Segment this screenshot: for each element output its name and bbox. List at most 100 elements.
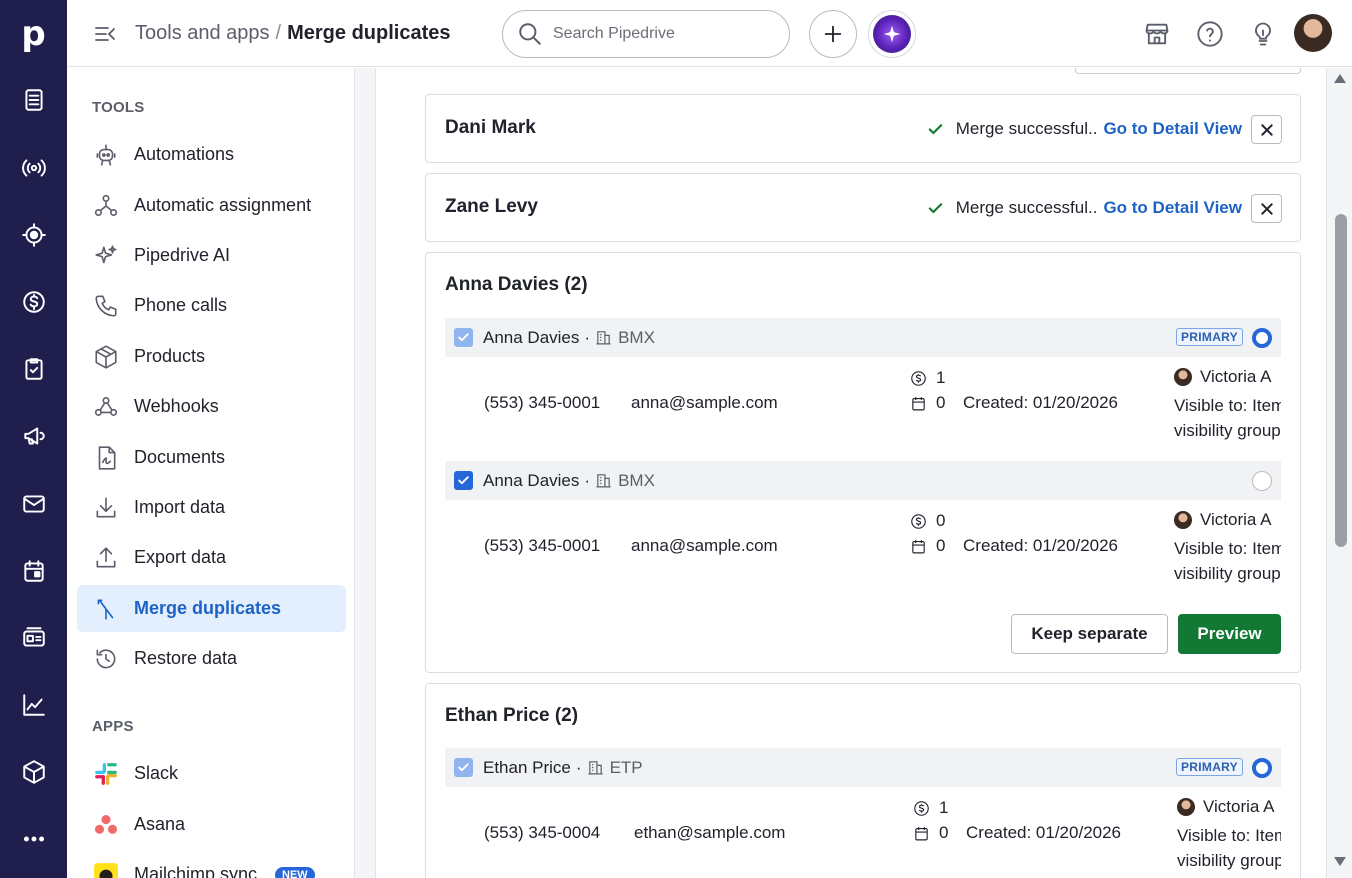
primary-badge: PRIMARY xyxy=(1176,758,1243,776)
go-to-detail-view-link[interactable]: Go to Detail View xyxy=(1103,198,1242,218)
scrollbar-thumb[interactable] xyxy=(1335,214,1347,547)
ai-assistant-button[interactable] xyxy=(868,10,916,58)
sidebar-item-restore-data[interactable]: Restore data xyxy=(77,635,346,682)
sidebar-item-mailchimp-sync[interactable]: Mailchimp sync NEW xyxy=(77,851,346,878)
mail-icon[interactable] xyxy=(0,484,67,524)
products-box-icon[interactable] xyxy=(0,752,67,792)
record-owner: Victoria A xyxy=(1174,367,1272,387)
scroll-up-arrow-icon[interactable] xyxy=(1333,72,1347,84)
plus-icon xyxy=(824,25,842,43)
lightbulb-icon[interactable] xyxy=(1249,20,1277,48)
deals-count: 1 xyxy=(910,368,945,388)
check-icon xyxy=(458,333,469,342)
activities-icon[interactable] xyxy=(0,349,67,389)
download-icon xyxy=(91,493,121,523)
sidebar-item-export-data[interactable]: Export data xyxy=(77,534,346,581)
automations-icon xyxy=(91,140,121,170)
preview-button[interactable]: Preview xyxy=(1178,614,1281,654)
primary-radio[interactable] xyxy=(1252,471,1272,491)
name-separator: · xyxy=(584,470,591,490)
owner-avatar xyxy=(1174,511,1192,529)
activity-calendar-icon xyxy=(915,826,928,840)
breadcrumb-separator: / xyxy=(275,22,282,44)
top-bar: Tools and apps / Merge duplicates xyxy=(67,0,1352,67)
record-organization[interactable]: ETP xyxy=(610,758,643,778)
contacts-card-icon[interactable] xyxy=(0,618,67,658)
leads-icon[interactable] xyxy=(0,80,67,120)
help-icon[interactable] xyxy=(1196,20,1224,48)
sidebar-item-documents[interactable]: Documents xyxy=(77,434,346,481)
sidebar-item-label: Automatic assignment xyxy=(134,195,312,215)
activities-count: 0 xyxy=(910,536,945,556)
breadcrumb: Tools and apps / Merge duplicates xyxy=(135,20,451,46)
group-title: Ethan Price (2) xyxy=(445,705,579,726)
collapse-menu-icon[interactable] xyxy=(93,22,117,46)
money-icon[interactable] xyxy=(0,282,67,322)
record-header: Ethan Price · ETP PRIMARY xyxy=(445,748,1281,787)
primary-radio[interactable] xyxy=(1252,758,1272,778)
more-icon[interactable] xyxy=(0,819,67,859)
record-details: (553) 345-0001 anna@sample.com 0 0 Creat… xyxy=(445,500,1281,590)
duplicates-panel: Dani Mark Merge successful.. Go to Detai… xyxy=(375,68,1327,878)
sidebar-item-automatic-assignment[interactable]: Automatic assignment xyxy=(77,182,346,229)
deals-count: 0 xyxy=(910,511,945,531)
record-checkbox[interactable] xyxy=(454,471,473,490)
record-details: (553) 345-0004 ethan@sample.com 1 0 Crea… xyxy=(445,787,1281,877)
record-checkbox[interactable] xyxy=(454,328,473,347)
owner-avatar xyxy=(1174,368,1192,386)
record-visibility: Visible to: Item owner'svisibility group xyxy=(1177,826,1281,870)
sidebar-item-slack[interactable]: Slack xyxy=(77,750,346,797)
deal-dollar-icon xyxy=(911,513,926,529)
sidebar-item-asana[interactable]: Asana xyxy=(77,801,346,848)
deals-target-icon[interactable] xyxy=(0,215,67,255)
sidebar-item-merge-duplicates[interactable]: Merge duplicates xyxy=(77,585,346,632)
deal-dollar-icon xyxy=(914,800,929,816)
sidebar-item-webhooks[interactable]: Webhooks xyxy=(77,383,346,430)
record-email: anna@sample.com xyxy=(631,536,778,555)
sidebar-item-import-data[interactable]: Import data xyxy=(77,484,346,531)
campaigns-signal-icon[interactable] xyxy=(0,148,67,188)
go-to-detail-view-link[interactable]: Go to Detail View xyxy=(1103,119,1242,139)
dismiss-button[interactable] xyxy=(1251,194,1282,223)
sidebar-item-pipedrive-ai[interactable]: Pipedrive AI xyxy=(77,232,346,279)
calendar-icon[interactable] xyxy=(0,551,67,591)
record-owner: Victoria A xyxy=(1177,797,1275,817)
breadcrumb-parent[interactable]: Tools and apps xyxy=(135,22,270,44)
sidebar-item-label: Documents xyxy=(134,447,226,467)
record-created-date: Created: 01/20/2026 xyxy=(963,393,1119,412)
record-name: Ethan Price xyxy=(483,757,571,777)
primary-radio[interactable] xyxy=(1252,328,1272,348)
pipedrive-logo[interactable]: p xyxy=(0,0,67,67)
megaphone-icon[interactable] xyxy=(0,416,67,456)
record-organization[interactable]: BMX xyxy=(618,471,655,491)
quick-add-button[interactable] xyxy=(809,10,857,58)
insights-chart-icon[interactable] xyxy=(0,685,67,725)
sidebar-item-label: Automations xyxy=(134,144,235,164)
sidebar-item-phone-calls[interactable]: Phone calls xyxy=(77,282,346,329)
record-email: ethan@sample.com xyxy=(634,823,786,842)
deals-count: 1 xyxy=(913,798,948,818)
sidebar-item-products[interactable]: Products xyxy=(77,333,346,380)
sidebar-item-label: Export data xyxy=(134,547,227,567)
scroll-down-arrow-icon[interactable] xyxy=(1333,856,1347,868)
toolbar-button-partial[interactable] xyxy=(1075,68,1301,74)
sidebar-item-label: Mailchimp sync xyxy=(134,864,258,878)
marketplace-store-icon[interactable] xyxy=(1143,20,1171,48)
record-phone: (553) 345-0001 xyxy=(484,536,601,555)
deal-dollar-icon xyxy=(911,370,926,386)
webhook-icon xyxy=(91,392,121,422)
keep-separate-button[interactable]: Keep separate xyxy=(1011,614,1168,654)
merge-status: Merge successful.. Go to Detail View xyxy=(927,119,1242,139)
organization-building-icon xyxy=(596,474,611,488)
search-box[interactable] xyxy=(502,10,790,58)
dismiss-button[interactable] xyxy=(1251,115,1282,144)
record-organization[interactable]: BMX xyxy=(618,328,655,348)
sidebar-item-automations[interactable]: Automations xyxy=(77,131,346,178)
search-input[interactable] xyxy=(553,25,773,43)
activities-count: 0 xyxy=(910,393,945,413)
user-avatar[interactable] xyxy=(1294,14,1332,52)
sidebar-item-label: Asana xyxy=(134,814,186,834)
record-checkbox[interactable] xyxy=(454,758,473,777)
search-icon xyxy=(519,23,541,45)
check-icon xyxy=(458,763,469,772)
